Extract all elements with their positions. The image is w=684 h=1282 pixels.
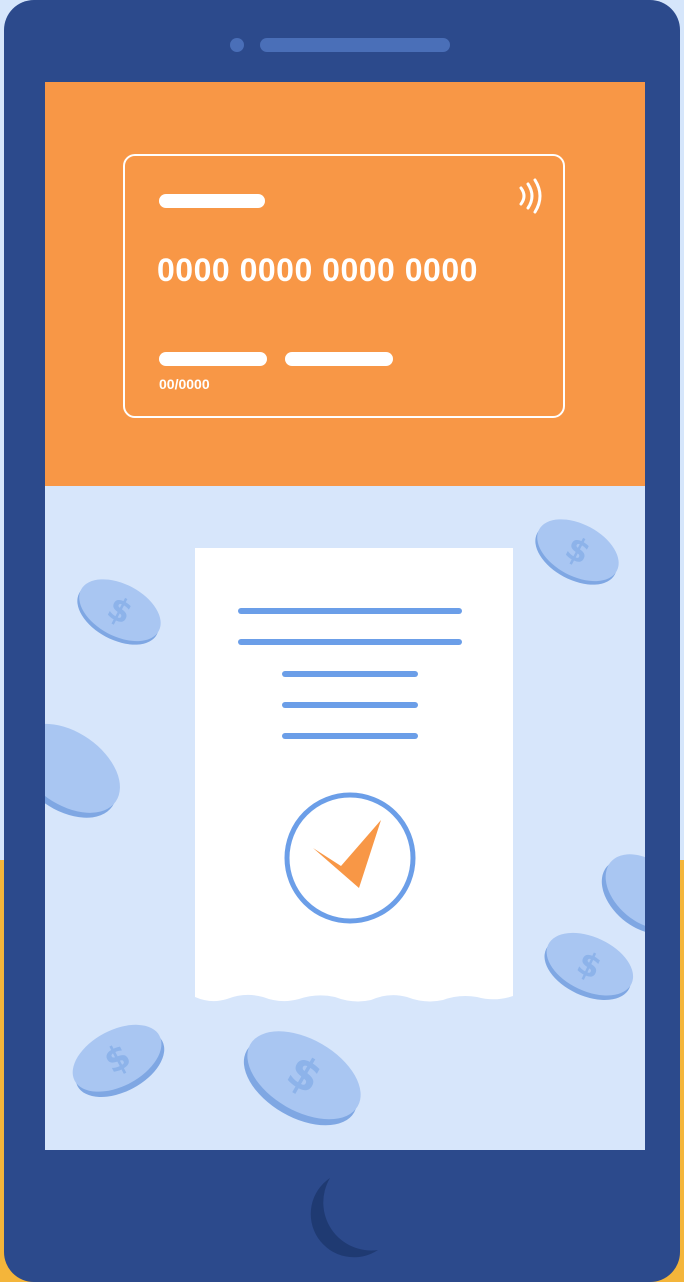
dollar-coin-icon: $ [72, 1024, 165, 1097]
front-camera [230, 38, 244, 52]
dollar-coin-icon: $ [77, 579, 161, 645]
phone-body: 0000 0000 0000 0000 00/0000 $ $ $ $ $ [4, 0, 680, 1282]
home-button-icon[interactable] [300, 1170, 386, 1260]
credit-card[interactable]: 0000 0000 0000 0000 00/0000 [123, 154, 565, 418]
dollar-coin-icon: $ [243, 1031, 361, 1126]
card-detail-placeholder-1 [159, 352, 267, 366]
card-expiry-date: 00/0000 [159, 376, 210, 392]
speaker-grille [260, 38, 450, 52]
contactless-icon [519, 178, 542, 214]
payment-receipt [195, 548, 513, 1002]
dollar-coin-icon: $ [535, 519, 619, 585]
dollar-coin-icon [45, 723, 120, 818]
card-detail-placeholder-2 [285, 352, 393, 366]
dollar-coin-icon: $ [544, 932, 634, 1000]
card-section: 0000 0000 0000 0000 00/0000 [45, 82, 645, 486]
card-number: 0000 0000 0000 0000 [157, 252, 478, 288]
phone-screen: 0000 0000 0000 0000 00/0000 $ $ $ $ $ [45, 82, 645, 1150]
card-holder-placeholder [159, 194, 265, 208]
